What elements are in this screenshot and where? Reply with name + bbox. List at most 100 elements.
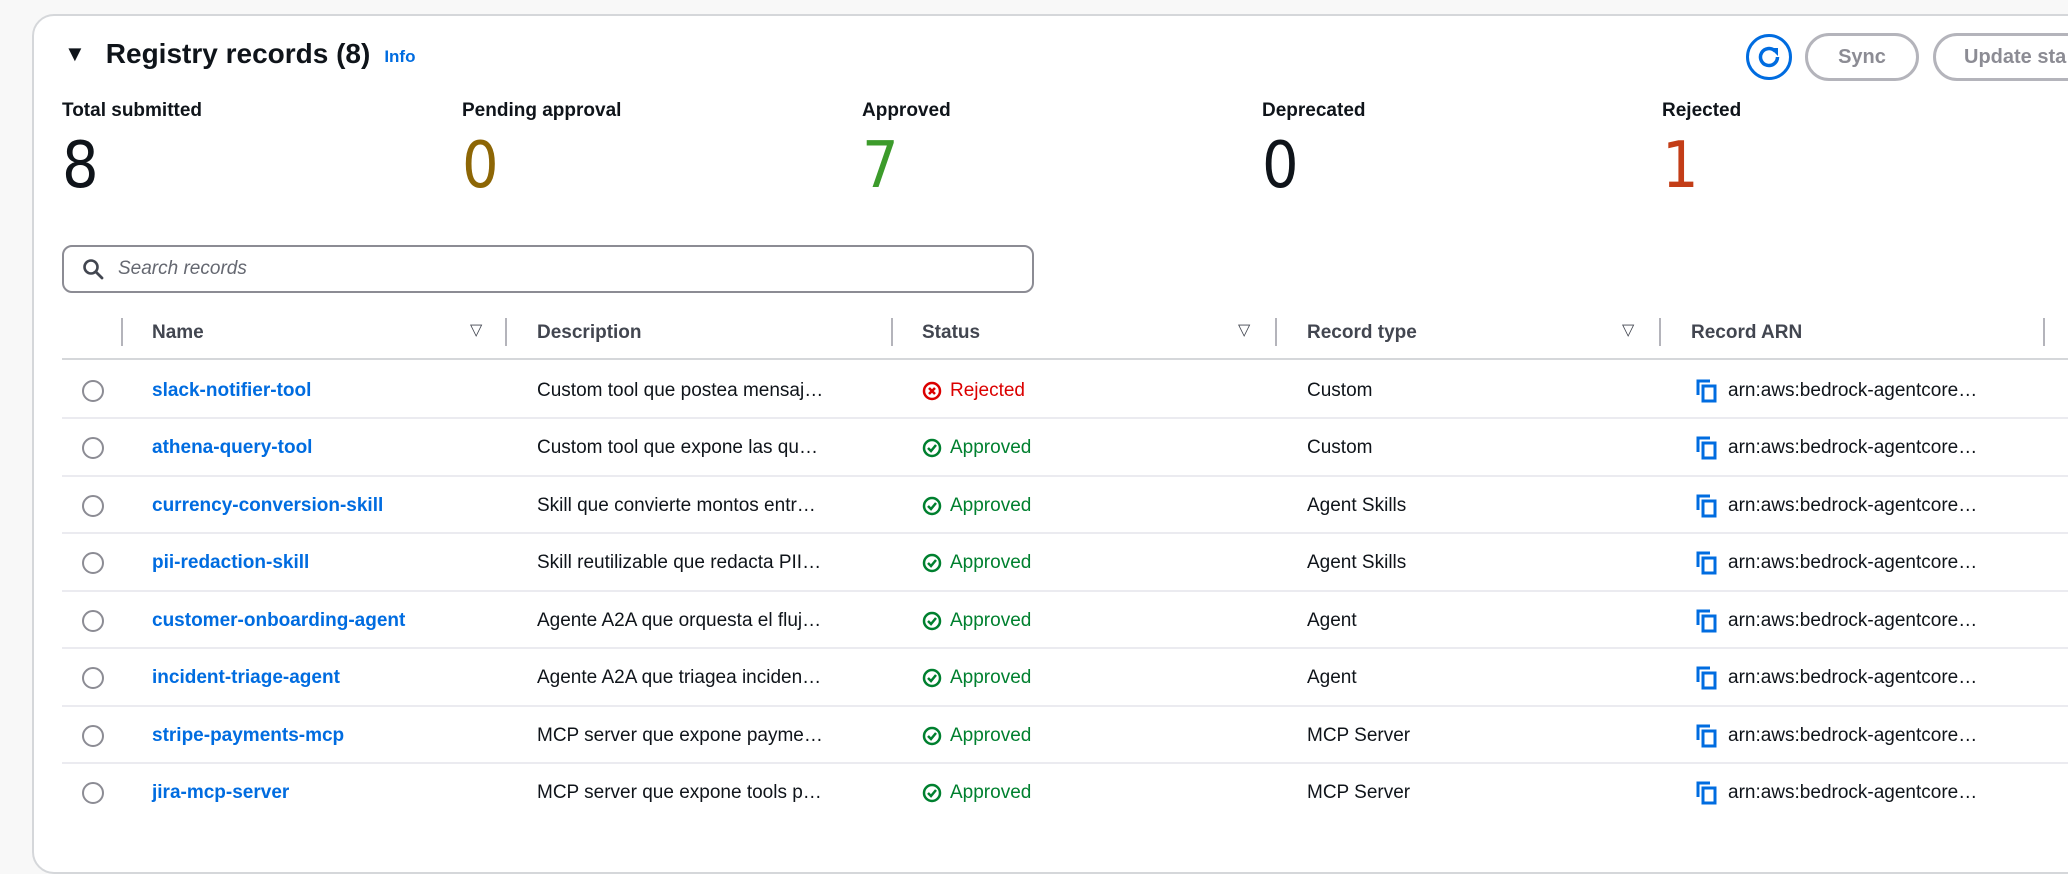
record-arn: arn:aws:bedrock-agentcore… bbox=[1696, 420, 1977, 477]
record-name-link[interactable]: jira-mcp-server bbox=[152, 765, 289, 822]
status-indicator: Approved bbox=[922, 592, 1031, 649]
row-select-radio[interactable] bbox=[82, 552, 104, 574]
status-label: Approved bbox=[950, 667, 1032, 688]
status-indicator: Approved bbox=[922, 477, 1031, 534]
table-row[interactable]: pii-redaction-skill Skill reutilizable q… bbox=[62, 535, 2068, 592]
record-type: Custom bbox=[1307, 379, 1373, 401]
record-description: Custom tool que expone las qu… bbox=[537, 437, 818, 458]
table-row[interactable]: customer-onboarding-agent Agente A2A que… bbox=[62, 592, 2068, 649]
page-title: Registry records (8) bbox=[105, 38, 371, 69]
stat-label: Approved bbox=[862, 100, 951, 121]
table-row[interactable]: slack-notifier-tool Custom tool que post… bbox=[62, 362, 2068, 419]
column-divider[interactable] bbox=[2043, 318, 2045, 346]
table-row[interactable]: jira-mcp-server MCP server que expone to… bbox=[62, 765, 2068, 822]
record-name-link[interactable]: pii-redaction-skill bbox=[152, 535, 309, 592]
refresh-button[interactable] bbox=[1746, 34, 1792, 80]
status-label: Rejected bbox=[950, 379, 1025, 401]
record-name-link[interactable]: athena-query-tool bbox=[152, 420, 312, 477]
column-header-record-arn[interactable]: Record ARN bbox=[1691, 306, 1802, 360]
success-icon bbox=[922, 668, 942, 688]
status-label: Approved bbox=[950, 552, 1032, 573]
record-type: Agent bbox=[1307, 609, 1357, 631]
table-header: Name ▽ Description Status ▽ Record type … bbox=[62, 306, 2068, 360]
row-select-radio[interactable] bbox=[82, 724, 104, 747]
arn-text: arn:aws:bedrock-agentcore… bbox=[1728, 667, 1978, 688]
status-indicator: Approved bbox=[922, 765, 1031, 822]
success-icon bbox=[922, 496, 942, 515]
arn-text: arn:aws:bedrock-agentcore… bbox=[1728, 609, 1978, 631]
sort-icon[interactable]: ▽ bbox=[1622, 320, 1634, 340]
copy-icon[interactable] bbox=[1696, 724, 1718, 748]
search-icon bbox=[83, 259, 104, 280]
table-row[interactable]: athena-query-tool Custom tool que expone… bbox=[62, 420, 2068, 477]
column-divider[interactable] bbox=[1659, 318, 1661, 346]
success-icon bbox=[922, 611, 942, 630]
update-status-button[interactable]: Update sta bbox=[1933, 33, 2068, 81]
stat-value: 7 bbox=[862, 129, 899, 203]
status-label: Approved bbox=[950, 782, 1032, 803]
record-arn: arn:aws:bedrock-agentcore… bbox=[1696, 650, 1977, 707]
search-input[interactable] bbox=[118, 258, 998, 280]
copy-icon[interactable] bbox=[1696, 609, 1718, 633]
copy-icon[interactable] bbox=[1696, 781, 1718, 805]
record-name-link[interactable]: incident-triage-agent bbox=[152, 650, 340, 707]
column-divider[interactable] bbox=[891, 318, 893, 346]
sort-icon[interactable]: ▽ bbox=[1238, 320, 1250, 340]
status-label: Approved bbox=[950, 494, 1032, 516]
record-name-link[interactable]: stripe-payments-mcp bbox=[152, 707, 344, 764]
record-name-link[interactable]: customer-onboarding-agent bbox=[152, 592, 405, 649]
status-label: Approved bbox=[950, 609, 1032, 631]
column-divider[interactable] bbox=[121, 318, 123, 346]
row-select-radio[interactable] bbox=[82, 379, 104, 402]
record-description: Custom tool que postea mensaj… bbox=[537, 379, 824, 401]
collapse-caret-icon[interactable]: ▼ bbox=[64, 41, 86, 67]
arn-text: arn:aws:bedrock-agentcore… bbox=[1728, 379, 1978, 401]
stat-value: 1 bbox=[1662, 129, 1699, 203]
stat-label: Rejected bbox=[1662, 100, 1742, 121]
record-description: Agente A2A que orquesta el fluj… bbox=[537, 609, 822, 631]
stat-label: Deprecated bbox=[1262, 100, 1366, 121]
table-row[interactable]: currency-conversion-skill Skill que conv… bbox=[62, 477, 2068, 534]
search-field[interactable] bbox=[62, 245, 1034, 293]
success-icon bbox=[922, 726, 942, 745]
column-header-name[interactable]: Name bbox=[152, 306, 204, 360]
row-select-radio[interactable] bbox=[82, 437, 104, 459]
info-link[interactable]: Info bbox=[384, 47, 415, 67]
column-divider[interactable] bbox=[1275, 318, 1277, 346]
success-icon bbox=[922, 783, 942, 803]
column-divider[interactable] bbox=[505, 318, 507, 346]
row-select-radio[interactable] bbox=[82, 494, 104, 517]
column-header-status[interactable]: Status bbox=[922, 306, 980, 360]
copy-icon[interactable] bbox=[1696, 551, 1718, 575]
row-select-radio[interactable] bbox=[82, 609, 104, 632]
copy-icon[interactable] bbox=[1696, 494, 1718, 518]
record-description: MCP server que expone tools p… bbox=[537, 782, 822, 803]
table-row[interactable]: incident-triage-agent Agente A2A que tri… bbox=[62, 650, 2068, 707]
column-header-record-type[interactable]: Record type bbox=[1307, 306, 1417, 360]
arn-text: arn:aws:bedrock-agentcore… bbox=[1728, 437, 1978, 458]
record-type: MCP Server bbox=[1307, 724, 1411, 746]
stat-label: Total submitted bbox=[62, 100, 203, 121]
arn-text: arn:aws:bedrock-agentcore… bbox=[1728, 552, 1978, 573]
stat-deprecated: Deprecated 0 bbox=[1262, 100, 1366, 198]
row-select-radio[interactable] bbox=[82, 782, 104, 804]
sync-button[interactable]: Sync bbox=[1805, 33, 1919, 81]
row-select-radio[interactable] bbox=[82, 667, 104, 689]
panel-header: ▼ Registry records (8) Info bbox=[64, 38, 415, 70]
column-header-description[interactable]: Description bbox=[537, 306, 642, 360]
sort-icon[interactable]: ▽ bbox=[470, 320, 482, 340]
record-name-link[interactable]: currency-conversion-skill bbox=[152, 477, 383, 534]
copy-icon[interactable] bbox=[1696, 379, 1718, 403]
record-name-link[interactable]: slack-notifier-tool bbox=[152, 362, 311, 419]
copy-icon[interactable] bbox=[1696, 436, 1718, 460]
record-arn: arn:aws:bedrock-agentcore… bbox=[1696, 707, 1977, 764]
record-description: Skill reutilizable que redacta PII… bbox=[537, 552, 822, 573]
record-type: Agent Skills bbox=[1307, 552, 1407, 573]
success-icon bbox=[922, 438, 942, 458]
record-arn: arn:aws:bedrock-agentcore… bbox=[1696, 592, 1977, 649]
record-arn: arn:aws:bedrock-agentcore… bbox=[1696, 765, 1977, 822]
stat-label: Pending approval bbox=[462, 100, 622, 121]
copy-icon[interactable] bbox=[1696, 666, 1718, 690]
table-row[interactable]: stripe-payments-mcp MCP server que expon… bbox=[62, 707, 2068, 764]
status-indicator: Approved bbox=[922, 707, 1031, 764]
